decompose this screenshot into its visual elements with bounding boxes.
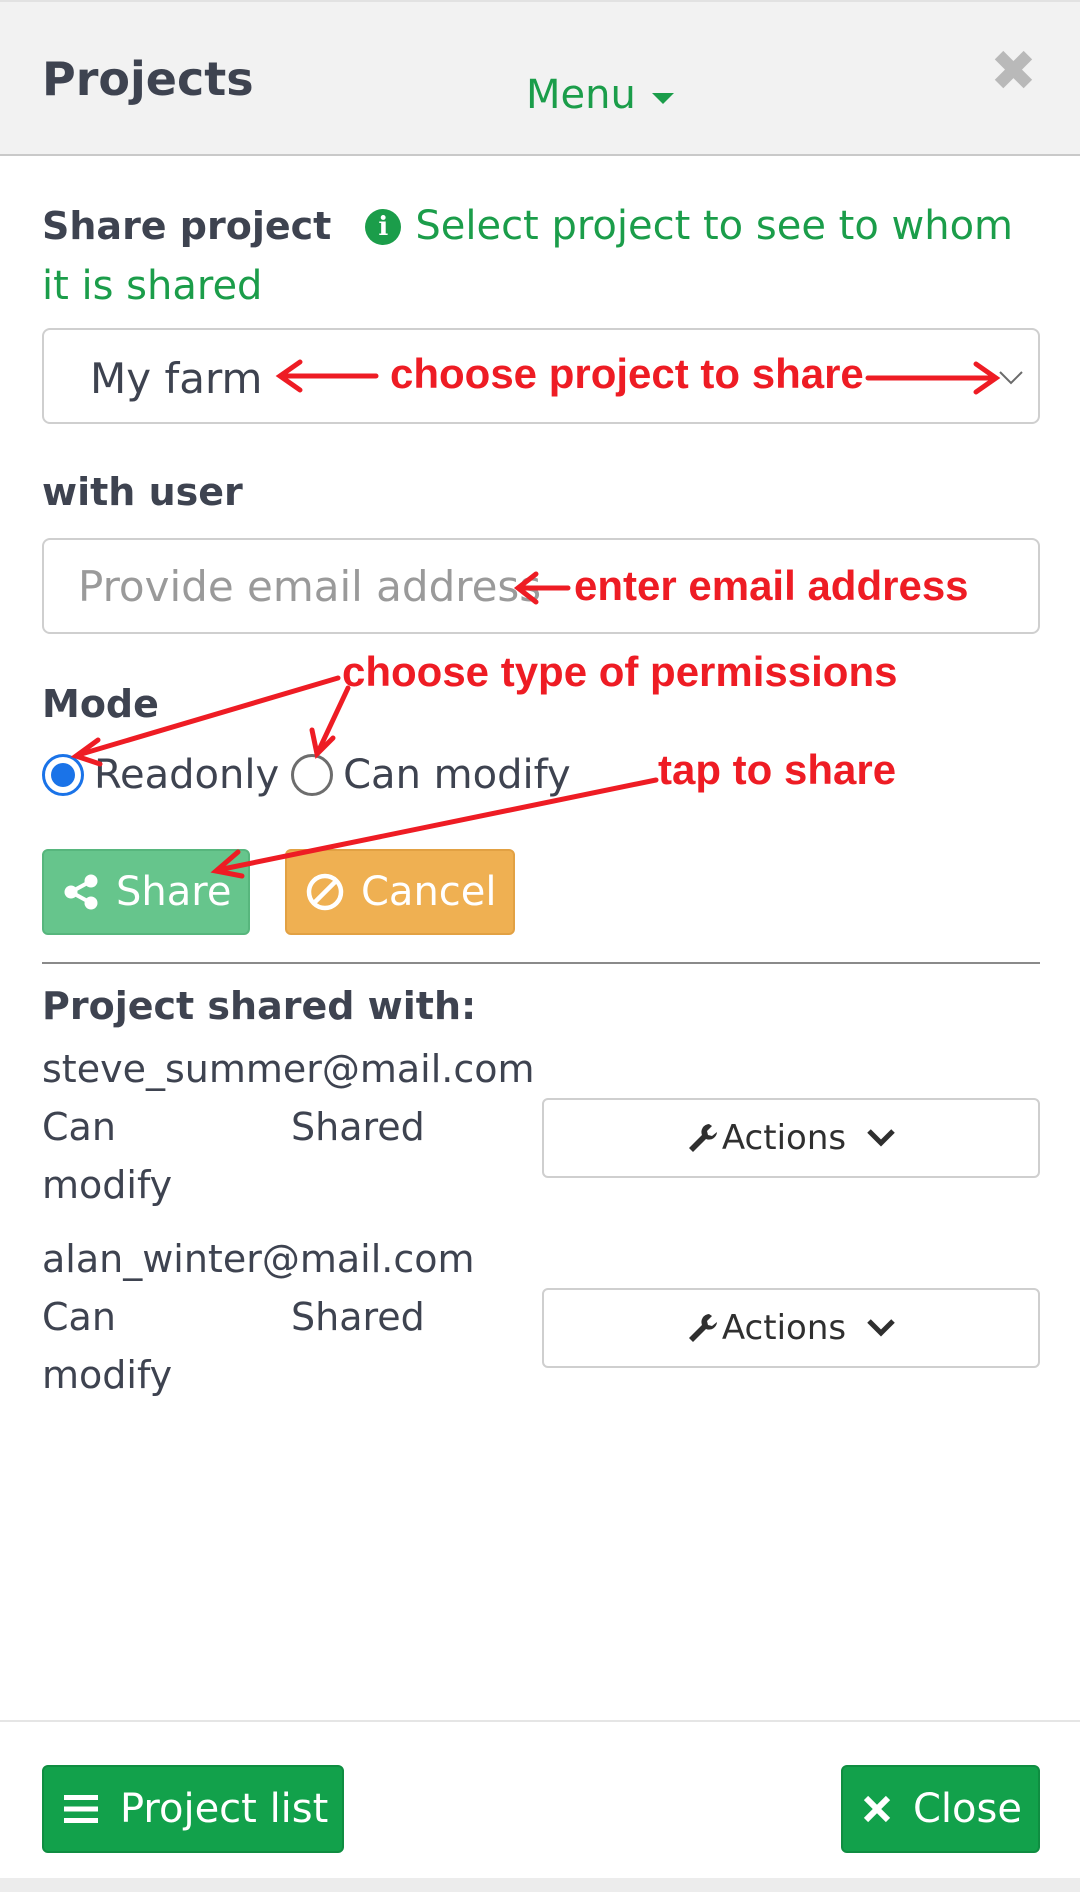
radio-readonly[interactable] (42, 754, 84, 796)
mode-label: Mode (42, 682, 159, 726)
with-user-label: with user (42, 470, 243, 514)
info-icon: i (365, 209, 402, 245)
bars-icon (64, 1794, 98, 1824)
chevron-down-icon (866, 1127, 896, 1149)
shared-user-permission: Can modify (42, 1105, 173, 1207)
close-button[interactable]: Close (841, 1765, 1040, 1853)
share-icon (62, 873, 100, 911)
close-button-label: Close (913, 1786, 1022, 1832)
actions-label: Actions (721, 1118, 847, 1158)
share-project-hint: Share project i Select project to see to w… (42, 196, 1042, 316)
project-list-label: Project list (120, 1786, 329, 1832)
footer-divider (0, 1720, 1080, 1722)
ban-icon (305, 872, 345, 912)
radio-can-modify-label: Can modify (343, 752, 571, 798)
wrench-icon (686, 1311, 720, 1345)
shared-user-status: Shared (291, 1105, 425, 1149)
shared-user-email: alan_winter@mail.com (42, 1237, 475, 1281)
caret-down-icon (651, 92, 674, 104)
dialog-header: Projects Menu ✖ (0, 0, 1080, 156)
annotation-choose-permissions: choose type of permissions (342, 648, 898, 695)
annotation-enter-email: enter email address (574, 562, 969, 609)
share-button-label: Share (116, 869, 232, 915)
chevron-down-icon (998, 360, 1024, 395)
divider (42, 962, 1040, 964)
annotation-choose-project: choose project to share (390, 350, 864, 397)
shared-user-status: Shared (291, 1295, 425, 1339)
shared-user-permission: Can modify (42, 1295, 173, 1397)
project-list-button[interactable]: Project list (42, 1765, 344, 1853)
actions-dropdown[interactable]: Actions (542, 1098, 1040, 1178)
menu-dropdown[interactable]: Menu (526, 72, 674, 118)
bottom-strip (0, 1878, 1080, 1892)
cancel-button[interactable]: Cancel (285, 849, 515, 935)
chevron-down-icon (866, 1317, 896, 1339)
radio-can-modify[interactable] (291, 754, 334, 796)
radio-readonly-label: Readonly (94, 752, 280, 798)
actions-dropdown[interactable]: Actions (542, 1288, 1040, 1368)
actions-label: Actions (721, 1308, 847, 1348)
share-project-label: Share project (42, 204, 332, 248)
close-icon[interactable]: ✖ (990, 42, 1037, 102)
shared-user-email: steve_summer@mail.com (42, 1047, 535, 1091)
shared-with-label: Project shared with: (42, 984, 477, 1028)
mode-radio-group: Readonly Can modify (42, 752, 583, 798)
wrench-icon (686, 1121, 720, 1155)
page-title: Projects (42, 52, 254, 106)
project-select-value: My farm (90, 354, 263, 403)
annotation-tap-to-share: tap to share (658, 746, 897, 793)
cancel-button-label: Cancel (361, 869, 497, 915)
share-button[interactable]: Share (42, 849, 250, 935)
menu-label: Menu (526, 72, 636, 118)
close-icon (863, 1795, 891, 1823)
